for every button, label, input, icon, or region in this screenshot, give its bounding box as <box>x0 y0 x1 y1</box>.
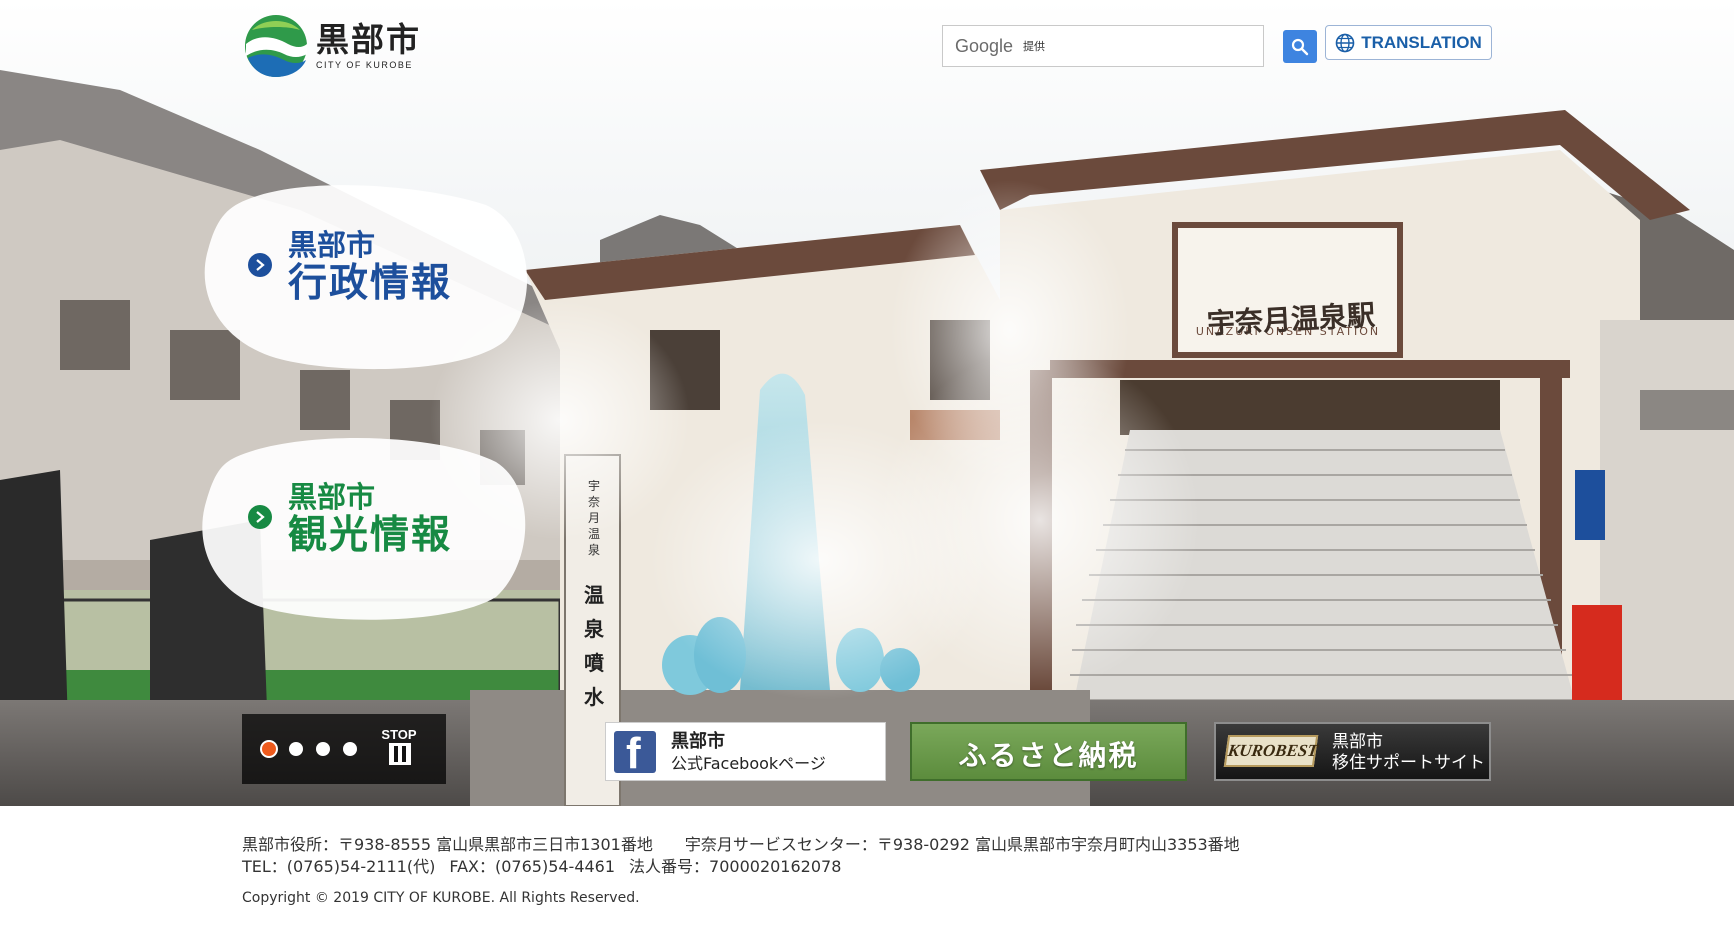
category-tourism-info-link[interactable]: 黒部市 観光情報 <box>196 432 536 622</box>
kurobest-line2: 移住サポートサイト <box>1332 753 1485 773</box>
globe-icon <box>1335 33 1355 52</box>
relocation-support-banner[interactable]: KUROBEST 黒部市 移住サポートサイト <box>1214 722 1491 781</box>
footer-tel: TEL：(0765)54-2111(代) <box>242 857 436 876</box>
footer-office-address: 黒部市役所：〒938-8555 富山県黒部市三日市1301番地 <box>242 835 653 854</box>
slide-dot-3[interactable] <box>316 742 330 756</box>
search-provided-label: 提供 <box>1023 40 1046 53</box>
slide-dot-1[interactable] <box>262 742 276 756</box>
category-admin-line1: 黒部市 <box>288 228 376 262</box>
arrow-right-icon <box>248 253 272 277</box>
slideshow-stop-button[interactable]: STOP <box>375 723 423 767</box>
city-emblem-icon <box>245 15 307 77</box>
google-brand: Google <box>955 35 1014 56</box>
footer-service-center-address: 宇奈月サービスセンター：〒938-0292 富山県黒部市宇奈月町内山3353番地 <box>684 835 1240 854</box>
hero-slideshow: UNAZUKI ONSEN STATION 宇奈月温泉駅 宇奈月温泉 温泉噴水 … <box>0 0 1734 806</box>
facebook-page-banner[interactable]: f 黒部市 公式Facebookページ <box>605 722 886 781</box>
search-icon <box>1291 38 1309 55</box>
footer-fax: FAX：(0765)54-4461 <box>449 857 616 876</box>
site-search-input[interactable]: Google 提供 <box>942 25 1264 67</box>
category-admin-line2: 行政情報 <box>288 261 453 306</box>
kurobest-logo: KUROBEST <box>1223 735 1319 767</box>
logo-subtitle: CITY OF KUROBE <box>316 60 413 70</box>
footer-corporate-number: 法人番号：7000020162078 <box>629 857 842 876</box>
city-logo[interactable]: 黒部市 CITY OF KUROBE <box>244 14 421 78</box>
category-admin-info-link[interactable]: 黒部市 行政情報 <box>196 180 536 370</box>
footer-copyright: Copyright © 2019 CITY OF KUROBE. All Rig… <box>242 890 640 906</box>
furusato-tax-banner[interactable]: ふるさと納税 <box>910 722 1187 781</box>
arrow-right-icon <box>248 505 272 529</box>
stop-label: STOP <box>381 727 417 742</box>
kurobest-line1: 黒部市 <box>1332 732 1383 752</box>
monument-inscription-large: 温泉噴水 <box>584 583 604 709</box>
translation-button[interactable]: TRANSLATION <box>1325 25 1492 60</box>
search-button[interactable] <box>1283 30 1317 63</box>
facebook-banner-line2: 公式Facebookページ <box>671 754 826 773</box>
monument-inscription-small: 宇奈月温泉 <box>588 479 601 557</box>
site-footer: 黒部市役所：〒938-8555 富山県黒部市三日市1301番地 宇奈月サービスセン… <box>242 834 1240 908</box>
slide-dot-4[interactable] <box>343 742 357 756</box>
facebook-icon: f <box>614 729 656 778</box>
logo-name: 黒部市 <box>316 20 421 59</box>
pause-icon <box>389 743 411 765</box>
furusato-tax-label: ふるさと納税 <box>958 739 1139 772</box>
hero-photo: UNAZUKI ONSEN STATION <box>0 0 1734 806</box>
category-tourism-line2: 観光情報 <box>288 513 453 558</box>
facebook-banner-line1: 黒部市 <box>671 731 725 752</box>
translation-label: TRANSLATION <box>1361 32 1482 52</box>
category-tourism-line1: 黒部市 <box>288 480 376 514</box>
slide-dot-2[interactable] <box>289 742 303 756</box>
